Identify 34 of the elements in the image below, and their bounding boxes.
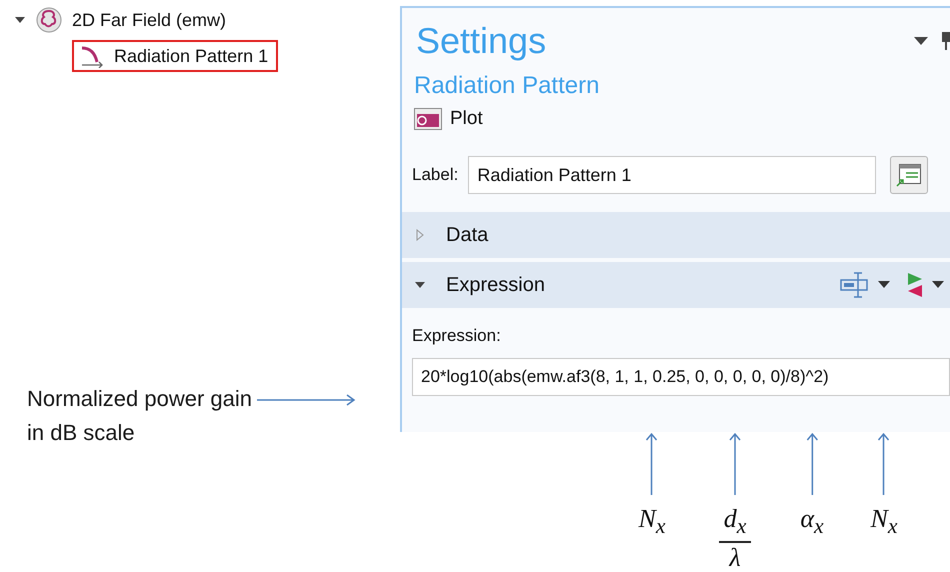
text-cursor-icon xyxy=(840,272,870,298)
globe-icon xyxy=(36,7,62,33)
insert-expression-button[interactable] xyxy=(840,272,890,298)
label-input[interactable]: Radiation Pattern 1 xyxy=(468,156,876,194)
menu-caret-icon[interactable] xyxy=(914,36,928,46)
dropdown-caret-icon xyxy=(932,281,944,289)
field-label: Label: xyxy=(412,165,458,185)
panel-subtitle: Radiation Pattern xyxy=(414,72,600,100)
panel-title: Settings xyxy=(416,20,546,62)
section-header[interactable]: Data xyxy=(402,212,950,258)
dropdown-caret-icon xyxy=(878,281,890,289)
up-arrow xyxy=(878,432,890,496)
tree-item[interactable]: Radiation Pattern 1 xyxy=(72,40,278,72)
section-toggle-icon[interactable] xyxy=(414,229,426,241)
field-label: Expression: xyxy=(412,326,502,346)
math-symbol: N$_{x}$ xyxy=(870,504,898,540)
up-arrow xyxy=(806,432,818,496)
replace-expression-button[interactable] xyxy=(906,272,944,298)
expression-input[interactable]: 20*log10(abs(emw.af3(8, 1, 1, 0.25, 0, 0, 0, 0, 0)/8)^2) xyxy=(412,358,950,396)
node-type-label: Plot xyxy=(450,108,483,130)
annotation-text: Normalized power gain in dB scale xyxy=(27,385,252,447)
up-arrow xyxy=(729,432,741,496)
math-symbol: λ xyxy=(729,543,741,572)
up-arrow xyxy=(646,432,658,496)
pin-icon[interactable] xyxy=(942,32,950,50)
math-symbol: N$_{x}$ xyxy=(638,504,666,540)
triangles-icon xyxy=(906,272,924,298)
label-options-button[interactable] xyxy=(890,156,928,194)
plot-icon xyxy=(414,108,442,130)
window-icon xyxy=(896,163,922,187)
section-header[interactable]: Expression xyxy=(402,262,950,308)
math-symbol: α$_{x}$ xyxy=(800,504,824,540)
math-symbol: d$_{x}$ xyxy=(724,504,746,540)
tree-item-label[interactable]: 2D Far Field (emw) xyxy=(72,10,226,30)
